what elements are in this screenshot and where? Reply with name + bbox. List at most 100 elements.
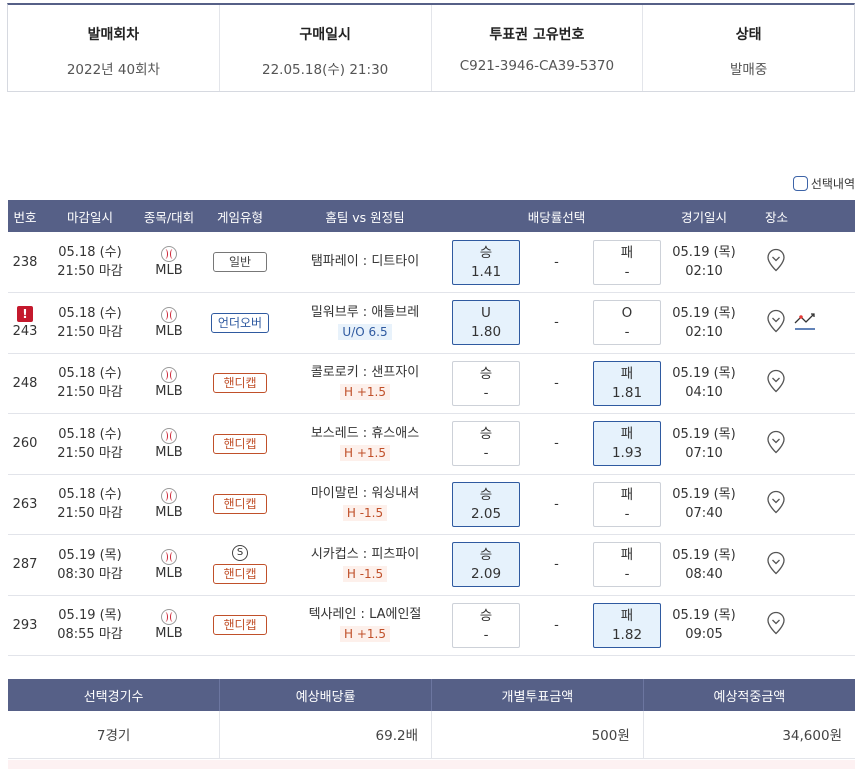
odds-right-label: 패 <box>620 547 634 564</box>
odds-right-button[interactable]: 패 1.81 <box>593 360 661 406</box>
deadline-cell: 05.18 (수) 21:50 마감 <box>42 353 138 414</box>
away-team: 디트타이 <box>371 254 420 269</box>
game-type-cell: 일반 <box>200 232 280 293</box>
home-team: 탬파레이 <box>310 254 359 269</box>
away-team: LA에인절 <box>369 607 422 623</box>
odds-right-button[interactable]: 패 1.93 <box>593 421 661 467</box>
location-pin-icon[interactable] <box>766 369 786 393</box>
odds-right-cell: 패- <box>591 232 663 293</box>
games-table-header: 번호 마감일시 종목/대회 게임유형 홈팀 vs 원정팀 배당률선택 경기일시 … <box>8 200 855 232</box>
expected-odds-header: 예상배당률 <box>219 679 432 711</box>
odds-left-value: 2.09 <box>470 566 502 583</box>
league-name: MLB <box>155 505 183 521</box>
deadline-cell: 05.18 (수) 21:50 마감 <box>42 232 138 293</box>
deadline-date: 05.18 (수) <box>58 245 122 260</box>
baseball-icon <box>161 427 177 444</box>
game-date: 05.19 (목) <box>672 245 736 260</box>
game-type-cell: 핸디캡 <box>200 474 280 535</box>
round-cell: 발매회차 2022년 40회차 <box>8 5 220 91</box>
odds-left-value: - <box>483 445 489 462</box>
match-cell: 시카컵스 : 피츠파이 H -1.5 <box>280 534 450 596</box>
game-number: 293 <box>12 617 38 633</box>
odds-left-label: 승 <box>479 244 493 261</box>
location-pin-icon[interactable] <box>766 611 786 635</box>
game-type-cell: 핸디캡 <box>200 353 280 414</box>
location-pin-icon[interactable] <box>766 430 786 454</box>
match-cell: 보스레드 : 휴스애스 H +1.5 <box>280 413 450 475</box>
game-number: 243 <box>12 324 38 340</box>
odds-left-cell: 승 2.09 <box>450 534 522 596</box>
venue-cell <box>745 595 855 656</box>
odds-right-value: - <box>624 505 630 522</box>
odds-right-button[interactable]: 패- <box>593 542 661 588</box>
odds-right-cell: 패 1.82 <box>591 595 663 656</box>
league-name: MLB <box>155 626 183 642</box>
game-type-cell: S 핸디캡 <box>200 534 280 596</box>
trend-chart-icon[interactable] <box>793 311 817 331</box>
odds-left-button[interactable]: 승 1.41 <box>452 239 520 285</box>
home-team: 시카컵스 <box>310 546 359 562</box>
col-deadline: 마감일시 <box>42 200 138 232</box>
odds-right-value: - <box>624 324 630 341</box>
handicap-label: H +1.5 <box>340 444 390 461</box>
bet-amount-header: 개별투표금액 <box>431 679 644 711</box>
league-name: MLB <box>155 323 183 339</box>
col-odds-select: 배당률선택 <box>450 200 663 232</box>
venue-cell <box>745 413 855 475</box>
purchase-label: 구매일시 <box>299 27 351 43</box>
sport-cell: MLB <box>138 232 200 293</box>
odds-left-label: 승 <box>479 365 493 382</box>
location-pin-icon[interactable] <box>766 551 786 575</box>
deadline-time: 21:50 마감 <box>57 324 123 340</box>
odds-left-label: 승 <box>479 547 493 564</box>
odds-right-value: - <box>624 566 630 583</box>
odds-right-label: 패 <box>620 486 634 503</box>
odds-left-button[interactable]: 승- <box>452 602 520 648</box>
match-cell: 텍사레인 : LA에인절 H +1.5 <box>280 595 450 656</box>
selection-history-toggle[interactable]: 선택내역 <box>792 175 855 192</box>
odds-right-button[interactable]: 패- <box>593 239 661 285</box>
deadline-cell: 05.19 (목) 08:55 마감 <box>42 595 138 656</box>
odds-right-button[interactable]: 패 1.82 <box>593 602 661 648</box>
deadline-date: 05.19 (목) <box>58 547 122 563</box>
location-pin-icon[interactable] <box>766 248 786 272</box>
odds-left-label: U <box>481 305 491 322</box>
home-team: 보스레드 <box>310 425 359 441</box>
odds-right-button[interactable]: O- <box>593 300 661 346</box>
ticket-id-cell: 투표권 고유번호 C921-3946-CA39-5370 <box>432 5 644 91</box>
game-number: 263 <box>12 496 38 512</box>
expected-payout-header: 예상적중금액 <box>643 679 855 711</box>
bet-amount-value: 500원 <box>431 711 644 759</box>
deadline-date: 05.18 (수) <box>58 426 122 442</box>
away-team: 워싱내셔 <box>371 486 420 502</box>
odds-left-button[interactable]: 승- <box>452 421 520 467</box>
location-pin-icon[interactable] <box>766 309 786 333</box>
odds-left-cell: 승- <box>450 413 522 475</box>
location-pin-icon[interactable] <box>766 490 786 514</box>
expected-payout-value: 34,600원 <box>643 711 855 759</box>
ticket-id-label: 투표권 고유번호 <box>489 27 585 43</box>
odds-left-button[interactable]: U 1.80 <box>452 300 520 346</box>
venue-cell <box>745 292 855 354</box>
game-number-cell: ! 243 <box>8 292 42 354</box>
odds-left-button[interactable]: 승- <box>452 360 520 406</box>
away-team: 휴스애스 <box>371 425 420 441</box>
odds-right-button[interactable]: 패- <box>593 481 661 527</box>
total-games-header: 선택경기수 <box>8 679 221 711</box>
away-team: 애틀브레 <box>371 304 420 320</box>
match-cell: 마이말린 : 워싱내셔 H -1.5 <box>280 474 450 535</box>
game-date-cell: 05.19 (목) 09:05 <box>663 595 745 656</box>
odds-draw: - <box>522 534 591 596</box>
game-date-cell: 05.19 (목) 07:10 <box>663 413 745 475</box>
deadline-date: 05.18 (수) <box>58 305 122 321</box>
game-type-tag: 언더오버 <box>210 312 270 333</box>
selection-history-checkbox[interactable] <box>792 176 808 191</box>
odds-left-button[interactable]: 승 2.05 <box>452 481 520 527</box>
match-cell: 탬파레이 : 디트타이 <box>280 232 450 293</box>
game-type-tag: 핸디캡 <box>213 433 267 454</box>
baseball-icon <box>161 548 177 565</box>
game-date-cell: 05.19 (목) 08:40 <box>663 534 745 596</box>
game-type-cell: 핸디캡 <box>200 413 280 475</box>
handicap-label: H +1.5 <box>340 384 390 401</box>
odds-left-button[interactable]: 승 2.09 <box>452 542 520 588</box>
